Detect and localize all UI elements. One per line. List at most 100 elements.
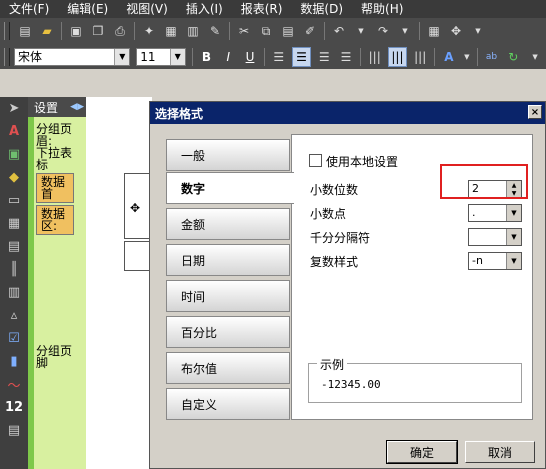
align-center-icon[interactable]: ☰ <box>291 46 312 67</box>
text-box-icon[interactable]: ab <box>483 48 501 66</box>
menu-help[interactable]: 帮助(H) <box>352 0 412 18</box>
band-panel-header: 设置 ◀▶ <box>28 97 86 117</box>
use-local-settings-checkbox[interactable] <box>309 154 322 167</box>
barcode-center-icon[interactable]: ||| <box>387 46 408 67</box>
toolbar-grip[interactable] <box>4 22 10 40</box>
thousands-separator-select[interactable]: ▼ <box>468 228 522 246</box>
table-tool-icon[interactable]: ▦ <box>4 214 24 232</box>
toolbar-options-icon[interactable]: ▼ <box>526 48 544 66</box>
example-label: 示例 <box>317 356 348 373</box>
band-data-header[interactable]: 数据首 <box>36 173 74 203</box>
example-value: -12345.00 <box>321 378 381 391</box>
align-left-icon[interactable]: ☰ <box>270 48 288 66</box>
decimal-point-select[interactable]: . ▼ <box>468 204 522 222</box>
number-tool-icon[interactable]: 12 <box>4 398 24 416</box>
font-color-icon[interactable]: A <box>440 48 458 66</box>
page-tool-icon[interactable]: ▤ <box>4 421 24 439</box>
line-chart-tool-icon[interactable]: 〜 <box>4 375 24 394</box>
cancel-button[interactable]: 取消 <box>465 441 535 463</box>
expand-arrows-icon[interactable]: ◀▶ <box>70 102 86 112</box>
chevron-down-icon[interactable]: ▼ <box>506 253 521 269</box>
menu-insert[interactable]: 插入(I) <box>177 0 232 18</box>
copy-icon[interactable]: ⧉ <box>257 22 275 40</box>
checkbox-tool-icon[interactable]: ☑ <box>4 329 24 347</box>
menu-view[interactable]: 视图(V) <box>117 0 177 18</box>
italic-button[interactable]: I <box>219 48 237 66</box>
format-painter-icon[interactable]: ✐ <box>301 22 319 40</box>
toolbar-grip[interactable] <box>4 47 10 66</box>
tab-number[interactable]: 数字 <box>166 172 294 204</box>
toolbar-options-icon[interactable]: ▼ <box>469 22 487 40</box>
bold-button[interactable]: B <box>198 48 216 66</box>
dropdown-arrow-icon[interactable]: ▼ <box>396 22 414 40</box>
thousands-separator-label: 千分分隔符 <box>310 231 371 245</box>
band-group-footer[interactable]: 分组页脚 <box>36 345 72 369</box>
barcode-icon[interactable]: ||| <box>366 48 384 66</box>
shape-tool-icon[interactable]: ◆ <box>4 168 24 186</box>
toolbar-separator <box>229 22 230 40</box>
tab-custom[interactable]: 自定义 <box>166 388 290 420</box>
ok-button[interactable]: 确定 <box>386 440 458 464</box>
design-icon[interactable]: ✎ <box>206 22 224 40</box>
formula-icon[interactable]: ↻ <box>504 48 522 66</box>
barcode-tool-icon[interactable]: ║ <box>4 260 24 278</box>
toolbar-separator <box>191 47 193 66</box>
highlight-annotation <box>440 164 528 199</box>
subreport-tool-icon[interactable]: ▥ <box>4 283 24 301</box>
pointer-icon[interactable]: ➤ <box>4 99 24 117</box>
open-folder-icon[interactable]: ▰ <box>38 22 56 40</box>
new-file-icon[interactable]: ▤ <box>16 22 34 40</box>
menu-data[interactable]: 数据(D) <box>291 0 352 18</box>
close-button[interactable]: × <box>528 105 542 119</box>
chart-tool-icon[interactable]: ▮ <box>4 352 24 370</box>
settings-icon[interactable]: ✥ <box>447 22 465 40</box>
vertical-ruler <box>86 97 101 469</box>
chevron-down-icon[interactable]: ▼ <box>114 48 130 65</box>
format-toolbar: 宋体 ▼ 11 ▼ B I U ☰ ☰ ☰ ☰ ||| ||| ||| A ▼ … <box>0 44 546 69</box>
negative-style-select[interactable]: -n ▼ <box>468 252 522 270</box>
move-handle-icon[interactable]: ✥ <box>130 201 140 215</box>
chevron-down-icon[interactable]: ▼ <box>506 205 521 221</box>
barcode-right-icon[interactable]: ||| <box>411 48 429 66</box>
text-tool-icon[interactable]: A <box>4 122 24 140</box>
align-justify-icon[interactable]: ☰ <box>337 48 355 66</box>
preview-icon[interactable]: ▦ <box>162 22 180 40</box>
tab-boolean[interactable]: 布尔值 <box>166 352 290 384</box>
new-report-icon[interactable]: ✦ <box>140 22 158 40</box>
dropdown-arrow-icon[interactable]: ▼ <box>352 22 370 40</box>
save-all-icon[interactable]: ❐ <box>89 22 107 40</box>
paste-icon[interactable]: ▤ <box>279 22 297 40</box>
underline-button[interactable]: U <box>241 48 259 66</box>
undo-icon[interactable]: ↶ <box>330 22 348 40</box>
redo-icon[interactable]: ↷ <box>374 22 392 40</box>
grid-icon[interactable]: ▦ <box>425 22 443 40</box>
tab-percent[interactable]: 百分比 <box>166 316 290 348</box>
print-icon[interactable]: ⎙ <box>111 22 129 40</box>
menu-edit[interactable]: 编辑(E) <box>58 0 117 18</box>
toolbar-separator <box>359 47 361 66</box>
use-local-settings-label: 使用本地设置 <box>326 155 399 169</box>
form-tool-icon[interactable]: ▤ <box>4 237 24 255</box>
chevron-down-icon[interactable]: ▼ <box>506 229 521 245</box>
design-canvas[interactable]: ✥ <box>100 97 153 469</box>
dropdown-arrow-icon[interactable]: ▼ <box>462 48 472 66</box>
band-data-area[interactable]: 数据区: <box>36 205 74 235</box>
menu-file[interactable]: 文件(F) <box>0 0 58 18</box>
tab-time[interactable]: 时间 <box>166 280 290 312</box>
chevron-down-icon[interactable]: ▼ <box>169 48 185 65</box>
chart-icon[interactable]: ▥ <box>184 22 202 40</box>
tab-general[interactable]: 一般 <box>166 139 290 171</box>
menu-report[interactable]: 报表(R) <box>232 0 292 18</box>
font-name-select[interactable]: 宋体 ▼ <box>13 47 131 66</box>
tab-date[interactable]: 日期 <box>166 244 290 276</box>
band-group-header[interactable]: 分组页眉: <box>36 123 72 147</box>
band-dropdown-header[interactable]: 下拉表标 <box>36 147 72 171</box>
font-size-select[interactable]: 11 ▼ <box>136 47 186 66</box>
cut-icon[interactable]: ✂ <box>235 22 253 40</box>
tab-currency[interactable]: 金额 <box>166 208 290 240</box>
align-right-icon[interactable]: ☰ <box>315 48 333 66</box>
save-icon[interactable]: ▣ <box>67 22 85 40</box>
label-tool-icon[interactable]: ▵ <box>4 306 24 324</box>
image-tool-icon[interactable]: ▣ <box>4 145 24 163</box>
rectangle-tool-icon[interactable]: ▭ <box>4 191 24 209</box>
